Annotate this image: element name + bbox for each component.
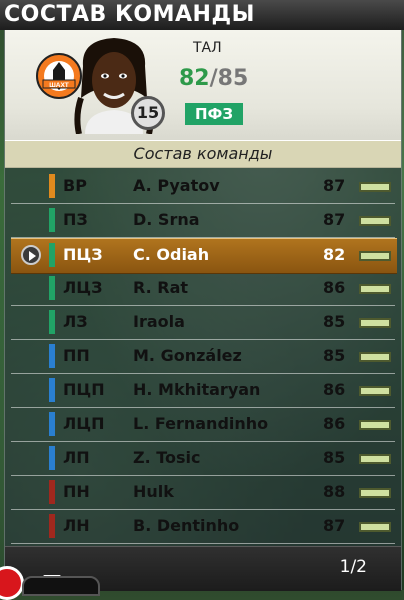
player-rating: 82/85 [179, 66, 248, 91]
team-code: ТАЛ [193, 40, 222, 56]
player-name: D. Srna [133, 210, 200, 229]
row-divider [11, 543, 395, 544]
fitness-bar-icon [359, 318, 391, 328]
player-rating: 87 [323, 516, 346, 535]
rating-separator: / [209, 66, 218, 91]
fitness-bar-icon [359, 284, 391, 294]
position-color-bar [49, 243, 55, 267]
player-position: ЛЦП [63, 414, 105, 433]
position-color-bar [49, 446, 55, 470]
rating-max: 85 [217, 66, 249, 91]
fitness-bar-icon [359, 522, 391, 532]
squad-row[interactable]: ЛЦП L. Fernandinho 86 [5, 408, 401, 442]
player-name: M. González [133, 346, 242, 365]
position-color-bar [49, 174, 55, 198]
player-position: ЛЦЗ [63, 278, 103, 297]
player-position: ВР [63, 176, 87, 195]
position-color-bar [49, 514, 55, 538]
squad-row[interactable]: ЛН B. Dentinho 87 [5, 510, 401, 544]
player-position: ЛЗ [63, 312, 88, 331]
fitness-bar-icon [359, 488, 391, 498]
fitness-bar-icon [359, 182, 391, 192]
player-rating: 85 [323, 448, 346, 467]
player-name: Iraola [133, 312, 185, 331]
squad-row[interactable]: ВР A. Pyatov 87 [5, 170, 401, 204]
player-card: ШАХТ 15 ТАЛ 82/85 ПФЗ [5, 30, 401, 140]
position-badge: ПФЗ [185, 103, 243, 125]
player-rating: 85 [323, 312, 346, 331]
player-rating: 82 [323, 245, 346, 264]
squad-row[interactable]: ЛЦЗ R. Rat 86 [5, 272, 401, 306]
player-position: ПЦП [63, 380, 105, 399]
squad-panel: ШАХТ 15 ТАЛ 82/85 ПФЗ Состав команды ВР A… [4, 30, 402, 591]
player-name: Hulk [133, 482, 174, 501]
player-name: C. Odiah [133, 245, 210, 264]
squad-row[interactable]: ПП M. González 85 [5, 340, 401, 374]
position-color-bar [49, 480, 55, 504]
squad-row[interactable]: ЛП Z. Tosic 85 [5, 442, 401, 476]
squad-row[interactable]: ПН Hulk 88 [5, 476, 401, 510]
player-name: R. Rat [133, 278, 189, 297]
player-position: ПП [63, 346, 90, 365]
bottom-tab[interactable] [22, 576, 100, 596]
player-rating: 86 [323, 414, 346, 433]
player-position: ЛП [63, 448, 90, 467]
player-rating: 88 [323, 482, 346, 501]
player-position: ПН [63, 482, 90, 501]
fitness-bar-icon [359, 454, 391, 464]
rating-current: 82 [179, 66, 210, 91]
position-color-bar [49, 378, 55, 402]
squad-row[interactable]: ПЗ D. Srna 87 [5, 204, 401, 238]
player-rating: 86 [323, 278, 346, 297]
fitness-bar-icon [359, 216, 391, 226]
fitness-bar-icon [359, 386, 391, 396]
jersey-number: 15 [131, 96, 165, 130]
player-rating: 86 [323, 380, 346, 399]
position-color-bar [49, 412, 55, 436]
squad-row[interactable]: ПЦП H. Mkhitaryan 86 [5, 374, 401, 408]
section-header: Состав команды [5, 140, 401, 168]
position-color-bar [49, 344, 55, 368]
player-rating: 87 [323, 210, 346, 229]
player-rating: 85 [323, 346, 346, 365]
position-color-bar [49, 276, 55, 300]
position-color-bar [49, 310, 55, 334]
play-icon [21, 245, 41, 265]
player-name: L. Fernandinho [133, 414, 269, 433]
player-rating: 87 [323, 176, 346, 195]
player-name: Z. Tosic [133, 448, 201, 467]
fitness-bar-icon [359, 251, 391, 261]
player-position: ПЦЗ [63, 245, 103, 264]
squad-row[interactable]: ЛЗ Iraola 85 [5, 306, 401, 340]
crest-text: ШАХТ [49, 82, 69, 89]
player-name: A. Pyatov [133, 176, 220, 195]
player-position: ПЗ [63, 210, 88, 229]
squad-row[interactable]: ПЦЗ C. Odiah 82 [11, 238, 397, 274]
position-color-bar [49, 208, 55, 232]
player-position: ЛН [63, 516, 90, 535]
player-name: B. Dentinho [133, 516, 240, 535]
fitness-bar-icon [359, 352, 391, 362]
page-indicator: 1/2 [339, 557, 367, 577]
screen-title: СОСТАВ КОМАНДЫ [0, 0, 404, 30]
player-name: H. Mkhitaryan [133, 380, 261, 399]
fitness-bar-icon [359, 420, 391, 430]
